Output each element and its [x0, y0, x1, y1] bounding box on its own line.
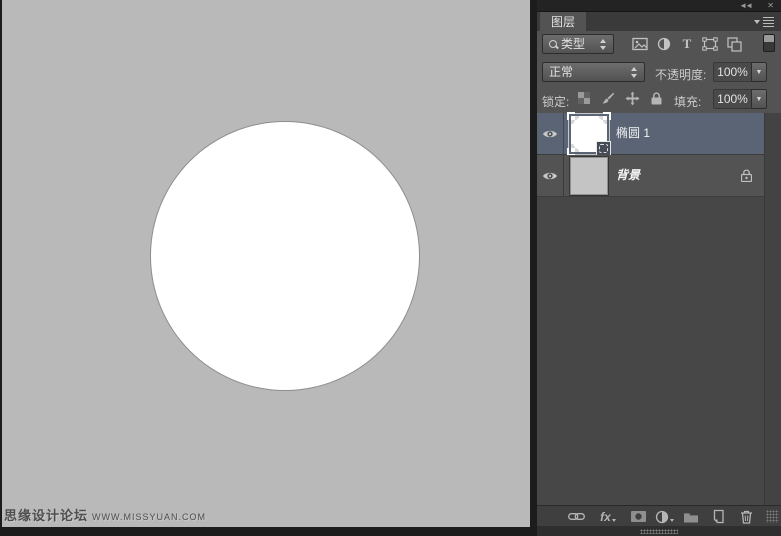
blend-mode-select[interactable]: 正常 [542, 62, 645, 82]
layers-panel: ◄◄ ✕ 图层 类型 T [537, 0, 781, 536]
layer-name[interactable]: 椭圆 1 [616, 113, 650, 154]
filter-type-select[interactable]: 类型 [542, 34, 614, 54]
panel-menu-icon[interactable] [754, 17, 774, 28]
panel-bottom-strip [537, 526, 781, 536]
layer-thumbnail[interactable] [569, 114, 609, 154]
select-spinner-icon [600, 39, 607, 50]
document-canvas[interactable]: 思缘设计论坛 WWW.MISSYUAN.COM [2, 0, 530, 527]
layer-row-ellipse-1[interactable]: 椭圆 1 [537, 113, 764, 155]
collapse-panels-icon[interactable]: ◄◄ [739, 0, 751, 11]
lock-pixels-brush-icon[interactable] [599, 89, 617, 107]
layer-name[interactable]: 背景 [616, 155, 640, 196]
background-lock-icon [741, 169, 752, 182]
shape-layer-badge-icon [596, 141, 611, 156]
photoshop-workspace: 思缘设计论坛 WWW.MISSYUAN.COM ◄◄ ✕ 图层 类型 [0, 0, 781, 536]
panel-resize-grip[interactable] [766, 510, 779, 523]
filter-smart-objects-icon[interactable] [724, 34, 744, 54]
lock-position-move-icon[interactable] [623, 89, 641, 107]
layer-thumbnail[interactable] [570, 157, 608, 195]
watermark-url-text: WWW.MISSYUAN.COM [92, 512, 206, 522]
panel-drag-handle[interactable] [640, 529, 678, 534]
select-spinner-icon [631, 67, 638, 78]
watermark: 思缘设计论坛 WWW.MISSYUAN.COM [4, 505, 206, 525]
dock-header: ◄◄ ✕ [537, 0, 781, 11]
layers-scrollbar-gutter[interactable] [764, 113, 781, 505]
visibility-toggle[interactable] [537, 113, 564, 154]
fill-value-field[interactable]: 100% [713, 89, 752, 109]
new-group-folder-icon[interactable] [680, 508, 702, 525]
filter-shape-layers-icon[interactable] [700, 34, 720, 54]
new-adjustment-layer-icon[interactable] [653, 508, 675, 525]
panel-tab-bar: 图层 [537, 11, 781, 31]
link-layers-icon[interactable] [565, 508, 587, 525]
layers-bottom-toolbar: fx [537, 505, 781, 526]
lock-transparency-icon[interactable] [575, 89, 593, 107]
opacity-value-field[interactable]: 100% [713, 62, 752, 82]
tab-layers[interactable]: 图层 [540, 12, 586, 32]
fill-dropdown-arrow[interactable]: ▼ [751, 89, 767, 109]
fill-label: 填充: [674, 93, 701, 110]
layers-list: 椭圆 1 背景 [537, 113, 764, 197]
filter-adjustment-layers-icon[interactable] [654, 34, 674, 54]
ellipse-shape [151, 122, 419, 390]
delete-layer-trash-icon[interactable] [735, 508, 757, 525]
eye-icon [542, 170, 558, 182]
lock-all-icon[interactable] [647, 89, 665, 107]
filter-pixel-layers-icon[interactable] [630, 34, 650, 54]
close-panel-icon[interactable]: ✕ [767, 0, 774, 11]
opacity-label: 不透明度: [655, 66, 706, 83]
filter-type-layers-icon[interactable]: T [677, 34, 697, 54]
lock-label: 锁定: [542, 93, 569, 110]
search-icon [549, 40, 557, 48]
layer-row-background[interactable]: 背景 [537, 155, 764, 197]
opacity-dropdown-arrow[interactable]: ▼ [751, 62, 767, 82]
layers-panel-controls: 类型 T 正常 不透明度: [537, 31, 781, 113]
watermark-site-text: 思缘设计论坛 [4, 508, 88, 523]
add-layer-mask-icon[interactable] [627, 508, 649, 525]
visibility-toggle[interactable] [537, 155, 564, 196]
new-layer-icon[interactable] [706, 508, 728, 525]
filtering-on-off-toggle[interactable] [763, 34, 775, 52]
layer-style-fx-icon[interactable]: fx [597, 508, 619, 525]
eye-icon [542, 128, 558, 140]
